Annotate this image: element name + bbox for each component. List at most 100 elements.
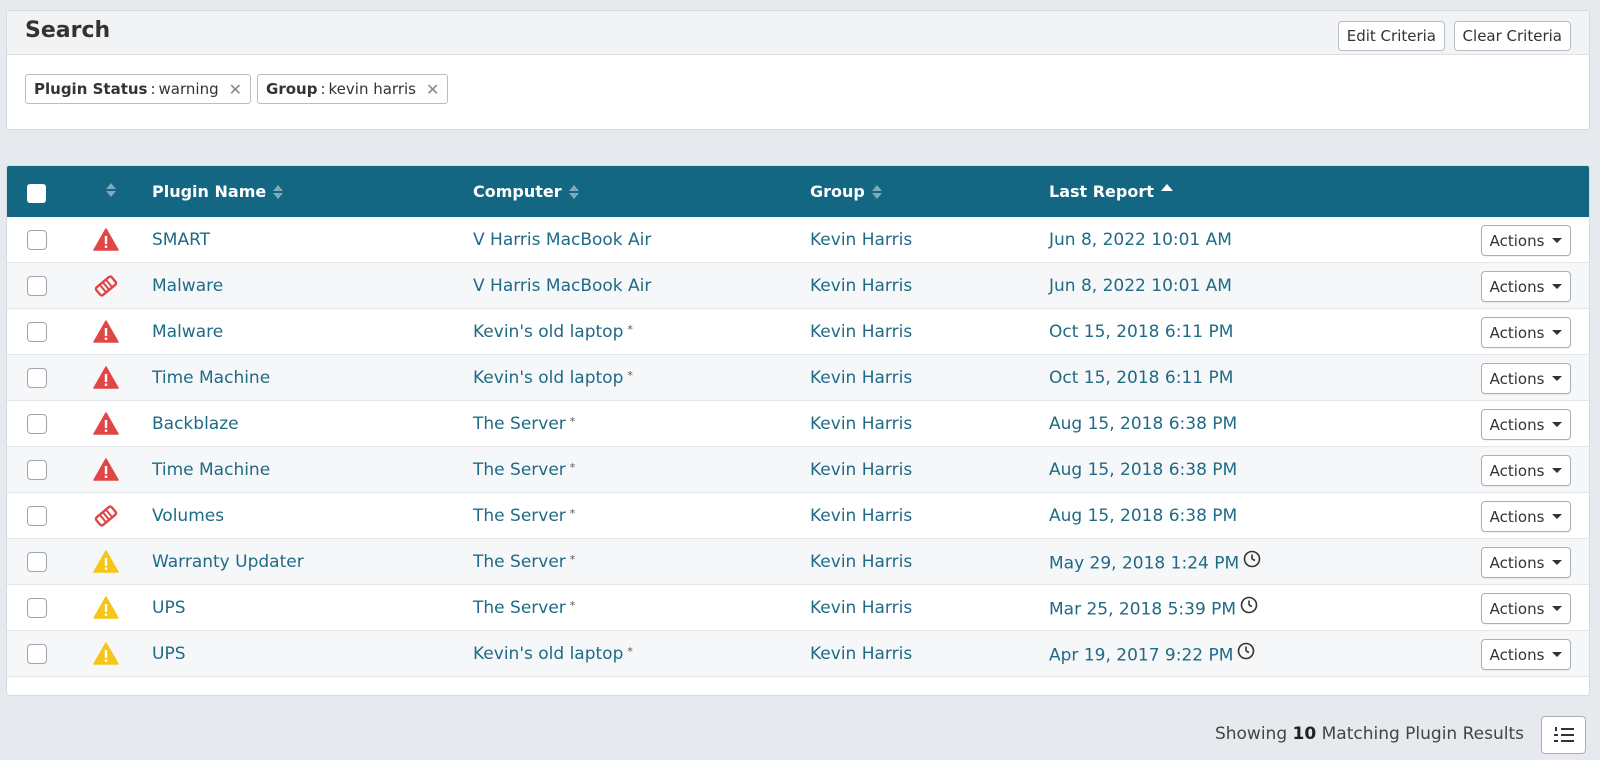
- actions-dropdown-button[interactable]: Actions: [1481, 547, 1571, 578]
- last-report-link[interactable]: Jun 8, 2022 10:01 AM: [1049, 230, 1232, 250]
- row-checkbox[interactable]: [27, 276, 47, 296]
- actions-dropdown-button[interactable]: Actions: [1481, 593, 1571, 624]
- computer-link[interactable]: The Server: [473, 552, 566, 572]
- last-report-link[interactable]: Jun 8, 2022 10:01 AM: [1049, 276, 1232, 296]
- row-checkbox[interactable]: [27, 552, 47, 572]
- plugin-name-link[interactable]: SMART: [152, 230, 210, 250]
- table-row: Time Machine Kevin's old laptop * Kevin Har…: [7, 355, 1589, 401]
- computer-link[interactable]: Kevin's old laptop: [473, 644, 623, 664]
- group-link[interactable]: Kevin Harris: [810, 230, 912, 250]
- table-row: UPS The Server * Kevin Harris Mar 25, 2018 5…: [7, 585, 1589, 631]
- group-link[interactable]: Kevin Harris: [810, 414, 912, 434]
- last-report-link[interactable]: Apr 19, 2017 9:22 PM: [1049, 646, 1233, 666]
- actions-dropdown-button[interactable]: Actions: [1481, 363, 1571, 394]
- plugin-name-link[interactable]: Malware: [152, 276, 223, 296]
- row-checkbox[interactable]: [27, 230, 47, 250]
- last-report-link[interactable]: May 29, 2018 1:24 PM: [1049, 554, 1239, 574]
- select-all-checkbox[interactable]: [27, 184, 46, 203]
- group-link[interactable]: Kevin Harris: [810, 460, 912, 480]
- row-checkbox[interactable]: [27, 506, 47, 526]
- table-header: Plugin Name Computer Group Last Report: [7, 166, 1589, 217]
- last-report-link[interactable]: Aug 15, 2018 6:38 PM: [1049, 506, 1237, 526]
- computer-flag: *: [569, 553, 576, 566]
- error-triangle-icon: [93, 228, 119, 252]
- column-label: Last Report: [1049, 182, 1154, 201]
- computer-link[interactable]: The Server: [473, 414, 566, 434]
- status-sort-header[interactable]: [99, 182, 116, 198]
- row-checkbox[interactable]: [27, 644, 47, 664]
- actions-label: Actions: [1489, 599, 1545, 618]
- row-checkbox[interactable]: [27, 368, 47, 388]
- actions-dropdown-button[interactable]: Actions: [1481, 455, 1571, 486]
- column-header-last-report[interactable]: Last Report: [1049, 182, 1173, 201]
- warning-triangle-icon: [93, 642, 119, 666]
- last-report-link[interactable]: Mar 25, 2018 5:39 PM: [1049, 600, 1236, 620]
- edit-criteria-button[interactable]: Edit Criteria: [1337, 21, 1445, 51]
- plugin-name-link[interactable]: Time Machine: [152, 460, 270, 480]
- last-report-link[interactable]: Oct 15, 2018 6:11 PM: [1049, 368, 1233, 388]
- table-row: Volumes The Server * Kevin Harris Aug 15, 20…: [7, 493, 1589, 539]
- row-checkbox[interactable]: [27, 322, 47, 342]
- plugin-name-link[interactable]: UPS: [152, 644, 186, 664]
- actions-label: Actions: [1489, 553, 1545, 572]
- table-row: Malware Kevin's old laptop * Kevin Harris Oc…: [7, 309, 1589, 355]
- plugin-name-link[interactable]: Time Machine: [152, 368, 270, 388]
- computer-link[interactable]: Kevin's old laptop: [473, 368, 623, 388]
- row-checkbox[interactable]: [27, 414, 47, 434]
- filter-value: warning: [158, 80, 219, 98]
- column-label: Group: [810, 182, 865, 201]
- last-report-link[interactable]: Aug 15, 2018 6:38 PM: [1049, 414, 1237, 434]
- computer-link[interactable]: The Server: [473, 506, 566, 526]
- computer-link[interactable]: The Server: [473, 598, 566, 618]
- group-link[interactable]: Kevin Harris: [810, 276, 912, 296]
- actions-label: Actions: [1489, 645, 1545, 664]
- actions-dropdown-button[interactable]: Actions: [1481, 409, 1571, 440]
- sort-icon: [106, 182, 116, 198]
- results-suffix: Matching Plugin Results: [1321, 724, 1524, 744]
- caret-down-icon: [1552, 376, 1563, 381]
- group-link[interactable]: Kevin Harris: [810, 644, 912, 664]
- plugin-name-link[interactable]: Volumes: [152, 506, 224, 526]
- error-triangle-icon: [93, 412, 119, 436]
- computer-flag: *: [627, 645, 633, 658]
- actions-dropdown-button[interactable]: Actions: [1481, 639, 1571, 670]
- column-options-button[interactable]: [1541, 716, 1586, 754]
- row-checkbox[interactable]: [27, 460, 47, 480]
- row-checkbox[interactable]: [27, 598, 47, 618]
- clear-criteria-button[interactable]: Clear Criteria: [1453, 21, 1571, 51]
- actions-dropdown-button[interactable]: Actions: [1481, 501, 1571, 532]
- computer-link[interactable]: V Harris MacBook Air: [473, 276, 651, 296]
- remove-filter-icon[interactable]: ✕: [229, 80, 242, 99]
- sort-icon: [568, 184, 579, 200]
- sort-icon: [273, 184, 284, 200]
- filter-chip-group[interactable]: Group : kevin harris ✕: [257, 74, 449, 104]
- plugin-name-link[interactable]: UPS: [152, 598, 186, 618]
- computer-link[interactable]: V Harris MacBook Air: [473, 230, 651, 250]
- caret-down-icon: [1552, 284, 1563, 289]
- group-link[interactable]: Kevin Harris: [810, 368, 912, 388]
- column-header-plugin-name[interactable]: Plugin Name: [152, 182, 284, 201]
- last-report-link[interactable]: Oct 15, 2018 6:11 PM: [1049, 322, 1233, 342]
- group-link[interactable]: Kevin Harris: [810, 598, 912, 618]
- caret-down-icon: [1552, 422, 1563, 427]
- column-header-computer[interactable]: Computer: [473, 182, 579, 201]
- plugin-name-link[interactable]: Warranty Updater: [152, 552, 304, 572]
- actions-dropdown-button[interactable]: Actions: [1481, 271, 1571, 302]
- group-link[interactable]: Kevin Harris: [810, 552, 912, 572]
- computer-link[interactable]: Kevin's old laptop: [473, 322, 623, 342]
- column-header-group[interactable]: Group: [810, 182, 882, 201]
- filter-chip-plugin-status[interactable]: Plugin Status : warning ✕: [25, 74, 252, 104]
- filter-key: Plugin Status: [34, 80, 148, 98]
- plugin-name-link[interactable]: Backblaze: [152, 414, 239, 434]
- remove-filter-icon[interactable]: ✕: [426, 80, 439, 99]
- actions-dropdown-button[interactable]: Actions: [1481, 317, 1571, 348]
- column-label: Plugin Name: [152, 182, 267, 201]
- numbered-list-icon: [1553, 727, 1574, 742]
- plugin-name-link[interactable]: Malware: [152, 322, 223, 342]
- caret-down-icon: [1552, 330, 1563, 335]
- actions-dropdown-button[interactable]: Actions: [1481, 225, 1571, 256]
- computer-link[interactable]: The Server: [473, 460, 566, 480]
- group-link[interactable]: Kevin Harris: [810, 506, 912, 526]
- last-report-link[interactable]: Aug 15, 2018 6:38 PM: [1049, 460, 1237, 480]
- group-link[interactable]: Kevin Harris: [810, 322, 912, 342]
